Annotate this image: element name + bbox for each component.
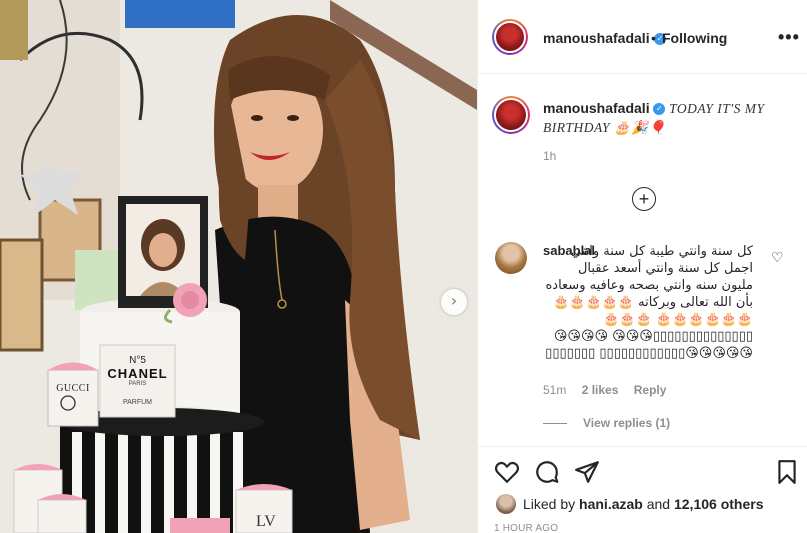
cake-label-number: N°5 bbox=[129, 355, 146, 366]
gucci-bag-label: GUCCI bbox=[56, 383, 90, 394]
following-button[interactable]: Following bbox=[662, 30, 727, 46]
post-photo[interactable]: LV N°5 CHANEL PARIS PARFUM GUCCI › bbox=[0, 0, 477, 533]
plus-circle-icon: + bbox=[638, 188, 650, 209]
comment-like-heart-icon[interactable]: ♡ bbox=[771, 249, 784, 266]
liked-by-text: Liked by hani.azab and 12,106 others bbox=[523, 496, 763, 512]
caption-username[interactable]: manoushafadali bbox=[543, 100, 650, 116]
photo-illustration: LV bbox=[0, 0, 477, 533]
cake-label: N°5 CHANEL PARIS PARFUM bbox=[100, 355, 175, 406]
caption-avatar[interactable] bbox=[492, 96, 530, 134]
cake-label-brand: CHANEL bbox=[107, 366, 168, 381]
bookmark-icon[interactable] bbox=[774, 459, 800, 485]
comment-likes[interactable]: 2 likes bbox=[582, 383, 619, 397]
header-username-row: manoushafadali ✓ bbox=[543, 30, 667, 48]
liked-by-others[interactable]: 12,106 others bbox=[674, 496, 764, 512]
next-photo-button[interactable]: › bbox=[441, 289, 467, 315]
view-replies-button[interactable]: View replies (1) bbox=[543, 416, 670, 430]
liked-by-user[interactable]: hani.azab bbox=[579, 496, 643, 512]
post-sidebar: manoushafadali ✓ • Following ••• manoush… bbox=[477, 0, 807, 533]
comment-text: كل سنة وانتي طيبة كل سنة وانتي اجمل كل س… bbox=[545, 244, 753, 361]
view-replies-label: View replies (1) bbox=[583, 416, 671, 430]
svg-text:LV: LV bbox=[256, 513, 276, 530]
heart-icon[interactable] bbox=[494, 459, 520, 485]
post-header: manoushafadali ✓ • Following ••• bbox=[478, 0, 807, 74]
liked-by-prefix: Liked by bbox=[523, 496, 576, 512]
avatar[interactable] bbox=[492, 19, 528, 55]
cake-label-city: PARIS bbox=[128, 381, 147, 387]
comment-body: كل سنة وانتي طيبة كل سنة وانتي اجمل كل س… bbox=[543, 243, 753, 362]
verified-badge-icon: ✓ bbox=[653, 103, 666, 116]
chevron-right-icon: › bbox=[450, 291, 458, 310]
caption-text-block: manoushafadali ✓ TODAY IT'S MY BIRTHDAY … bbox=[543, 99, 793, 137]
caption-time: 1h bbox=[543, 149, 557, 163]
comment-username[interactable]: sabablal bbox=[543, 243, 595, 258]
comment-time: 51m bbox=[543, 383, 567, 397]
liked-by-and: and bbox=[646, 496, 671, 512]
cake-label-parfum: PARFUM bbox=[122, 399, 153, 406]
replies-divider bbox=[543, 423, 567, 425]
header-username[interactable]: manoushafadali bbox=[543, 30, 650, 46]
liked-by-avatar[interactable] bbox=[496, 494, 516, 514]
comment-reply-button[interactable]: Reply bbox=[634, 383, 667, 397]
comment-icon[interactable] bbox=[534, 459, 560, 485]
share-icon[interactable] bbox=[574, 459, 600, 485]
load-more-comments-button[interactable]: + bbox=[632, 187, 656, 211]
more-options-icon[interactable]: ••• bbox=[778, 27, 800, 48]
post-timestamp: 1 HOUR AGO bbox=[494, 523, 559, 533]
action-bar: Liked by hani.azab and 12,106 others 1 H… bbox=[478, 446, 807, 533]
comment-avatar[interactable] bbox=[495, 242, 527, 274]
header-separator: • bbox=[651, 30, 656, 46]
comment-meta: 51m 2 likes Reply bbox=[543, 383, 678, 397]
